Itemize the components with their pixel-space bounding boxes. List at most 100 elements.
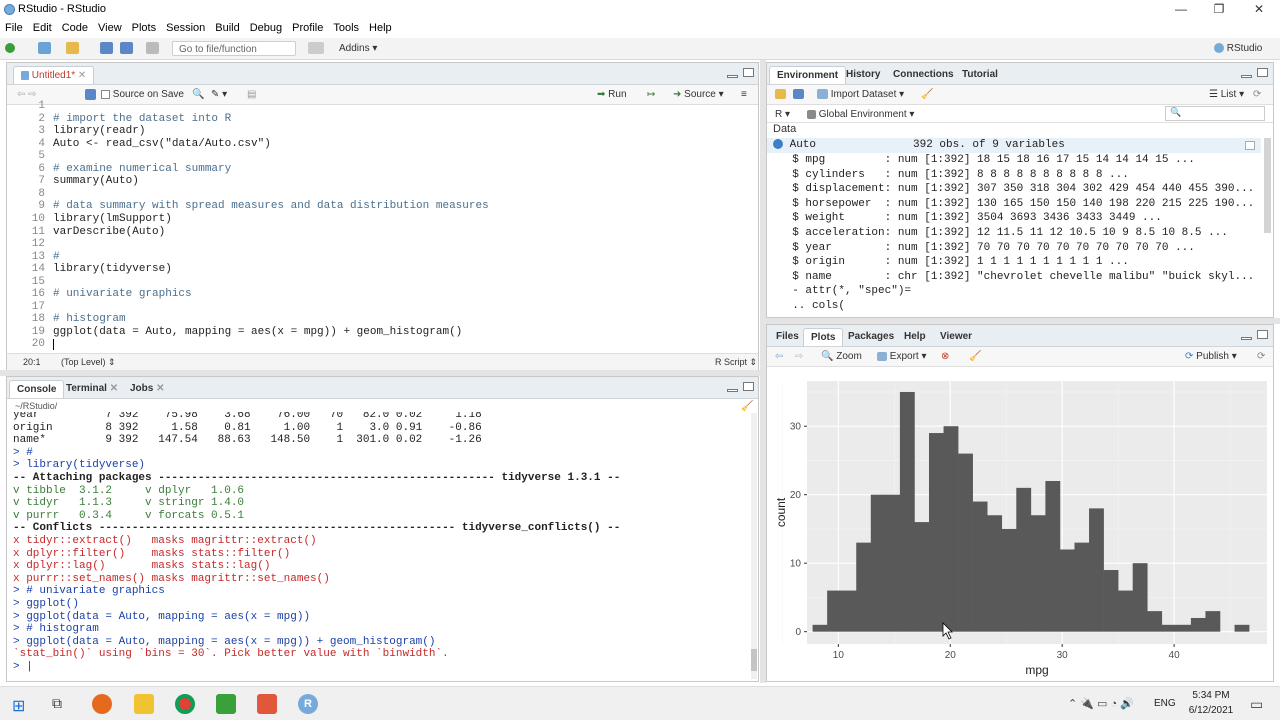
save-all-icon[interactable] [120,41,133,56]
menu-build[interactable]: Build [210,20,244,36]
menu-code[interactable]: Code [57,20,93,36]
code-line[interactable]: # examine numerical summary [53,163,231,176]
env-object-auto[interactable]: Auto 392 obs. of 9 variables [767,138,1261,153]
camtasia-recorder-icon[interactable] [257,694,277,714]
language-indicator[interactable]: ENG [1154,698,1176,709]
import-dataset-button[interactable]: Import Dataset ▾ [817,87,904,102]
go-to-file-input[interactable]: Go to file/function [172,41,296,56]
code-line[interactable]: # univariate graphics [53,288,192,301]
menu-file[interactable]: File [0,20,28,36]
save-icon[interactable] [100,41,113,56]
environment-search-input[interactable]: 🔍 [1165,106,1265,121]
maximize-pane-icon[interactable] [1257,330,1268,339]
tab-viewer[interactable]: Viewer [933,328,979,346]
console-output[interactable]: year 7 392 75.98 3.68 76.00 70 82.0 0.02… [7,412,747,680]
next-plot-icon[interactable]: ⇨ [795,349,803,364]
environment-scrollbar[interactable] [1264,138,1271,233]
load-workspace-icon[interactable] [775,87,786,102]
print-icon[interactable] [146,41,159,56]
view-table-icon[interactable] [1245,141,1255,150]
publish-button[interactable]: ⟳ Publish ▾ [1185,349,1237,364]
rstudio-taskbar-icon[interactable]: R [298,694,318,714]
refresh-icon[interactable]: ⟳ [1253,87,1261,102]
console-scrollbar[interactable] [751,413,757,679]
export-button[interactable]: Export ▾ [877,349,927,364]
view-mode-selector[interactable]: ☰ List ▾ [1209,87,1244,102]
maximize-pane-icon[interactable] [743,68,754,77]
code-line[interactable]: varDescribe(Auto) [53,226,165,239]
clear-workspace-icon[interactable]: 🧹 [921,87,933,102]
close-button[interactable]: ✕ [1244,2,1274,18]
code-line[interactable]: ggplot(data = Auto, mapping = aes(x = mp… [53,326,462,339]
menu-help[interactable]: Help [364,20,397,36]
maximize-pane-icon[interactable] [1257,68,1268,77]
clear-plots-icon[interactable]: 🧹 [969,349,981,364]
code-line[interactable]: library(tidyverse) [53,263,172,276]
minimize-pane-icon[interactable] [1241,337,1252,340]
tab-connections[interactable]: Connections [886,66,961,84]
tab-history[interactable]: History [839,66,887,84]
clear-console-icon[interactable]: 🧹 [741,401,753,412]
previous-plot-icon[interactable]: ⇦ [775,349,783,364]
tab-environment[interactable]: Environment [769,66,847,84]
refresh-plot-icon[interactable]: ⟳ [1257,349,1265,364]
remove-plot-icon[interactable]: ⊗ [941,349,949,364]
code-line[interactable]: # data summary with spread measures and … [53,200,489,213]
scope-selector[interactable]: (Top Level) ⇕ [61,355,116,370]
code-line[interactable]: library(readr) [53,125,145,138]
open-file-icon[interactable] [66,41,79,56]
file-explorer-icon[interactable] [134,694,154,714]
addins-menu[interactable]: Addins ▾ [339,41,377,56]
minimize-pane-icon[interactable] [727,389,738,392]
camtasia-icon[interactable] [216,694,236,714]
close-tab-icon[interactable]: ✕ [78,70,86,81]
menu-profile[interactable]: Profile [287,20,328,36]
minimize-pane-icon[interactable] [1241,75,1252,78]
grid-layout-icon[interactable] [308,41,324,56]
menu-view[interactable]: View [93,20,127,36]
tab-help[interactable]: Help [897,328,933,346]
zoom-button[interactable]: 🔍 Zoom [821,349,862,364]
tab-files[interactable]: Files [769,328,806,346]
tab-terminal[interactable]: Terminal ✕ [59,380,125,398]
code-line[interactable]: # [53,251,60,264]
code-editor[interactable]: 1 2 # import the dataset into R 3 library(re… [7,100,758,352]
tab-untitled1[interactable]: Untitled1* ✕ [13,66,95,84]
tab-tutorial[interactable]: Tutorial [955,66,1005,84]
tab-jobs[interactable]: Jobs ✕ [123,380,172,398]
clock-time[interactable]: 5:34 PM [1188,690,1234,701]
windows-start-icon[interactable]: ⊞ [12,696,25,716]
task-view-icon[interactable]: ⧉ [52,695,62,712]
code-line[interactable]: # import the dataset into R [53,113,231,126]
environment-scope-selector[interactable]: Global Environment ▾ [807,107,914,122]
tab-console[interactable]: Console [9,380,65,398]
system-tray-icons[interactable]: ⌃ 🔌 ▭ ◔ 🔊 [1068,697,1134,710]
notifications-icon[interactable]: ▭ [1250,696,1263,713]
maximize-button[interactable]: ❐ [1204,2,1234,18]
new-file-icon[interactable] [5,41,15,56]
menu-debug[interactable]: Debug [245,20,287,36]
firefox-icon[interactable] [92,694,112,714]
maximize-pane-icon[interactable] [743,382,754,391]
menu-session[interactable]: Session [161,20,210,36]
code-line[interactable]: library(lmSupport) [53,213,172,226]
expand-icon[interactable] [773,139,783,150]
project-menu[interactable]: RStudio [1214,41,1262,56]
menu-plots[interactable]: Plots [127,20,161,36]
code-line[interactable]: Auto <- read_csv("data/Auto.csv") [53,138,271,151]
tab-packages[interactable]: Packages [841,328,901,346]
minimize-pane-icon[interactable] [727,75,738,78]
menu-edit[interactable]: Edit [28,20,57,36]
code-line[interactable]: summary(Auto) [53,175,139,188]
code-line[interactable]: # histogram [53,313,126,326]
new-project-icon[interactable] [38,41,51,56]
file-type-selector[interactable]: R Script ⇕ [715,355,757,370]
menu-tools[interactable]: Tools [328,20,364,36]
x-tick-label: 10 [833,650,845,661]
tab-plots[interactable]: Plots [803,328,844,346]
clock-date[interactable]: 6/12/2021 [1184,705,1238,716]
save-workspace-icon[interactable] [793,87,804,102]
minimize-button[interactable]: — [1166,2,1196,18]
language-selector[interactable]: R ▾ [775,107,790,122]
chrome-icon[interactable] [175,694,195,714]
